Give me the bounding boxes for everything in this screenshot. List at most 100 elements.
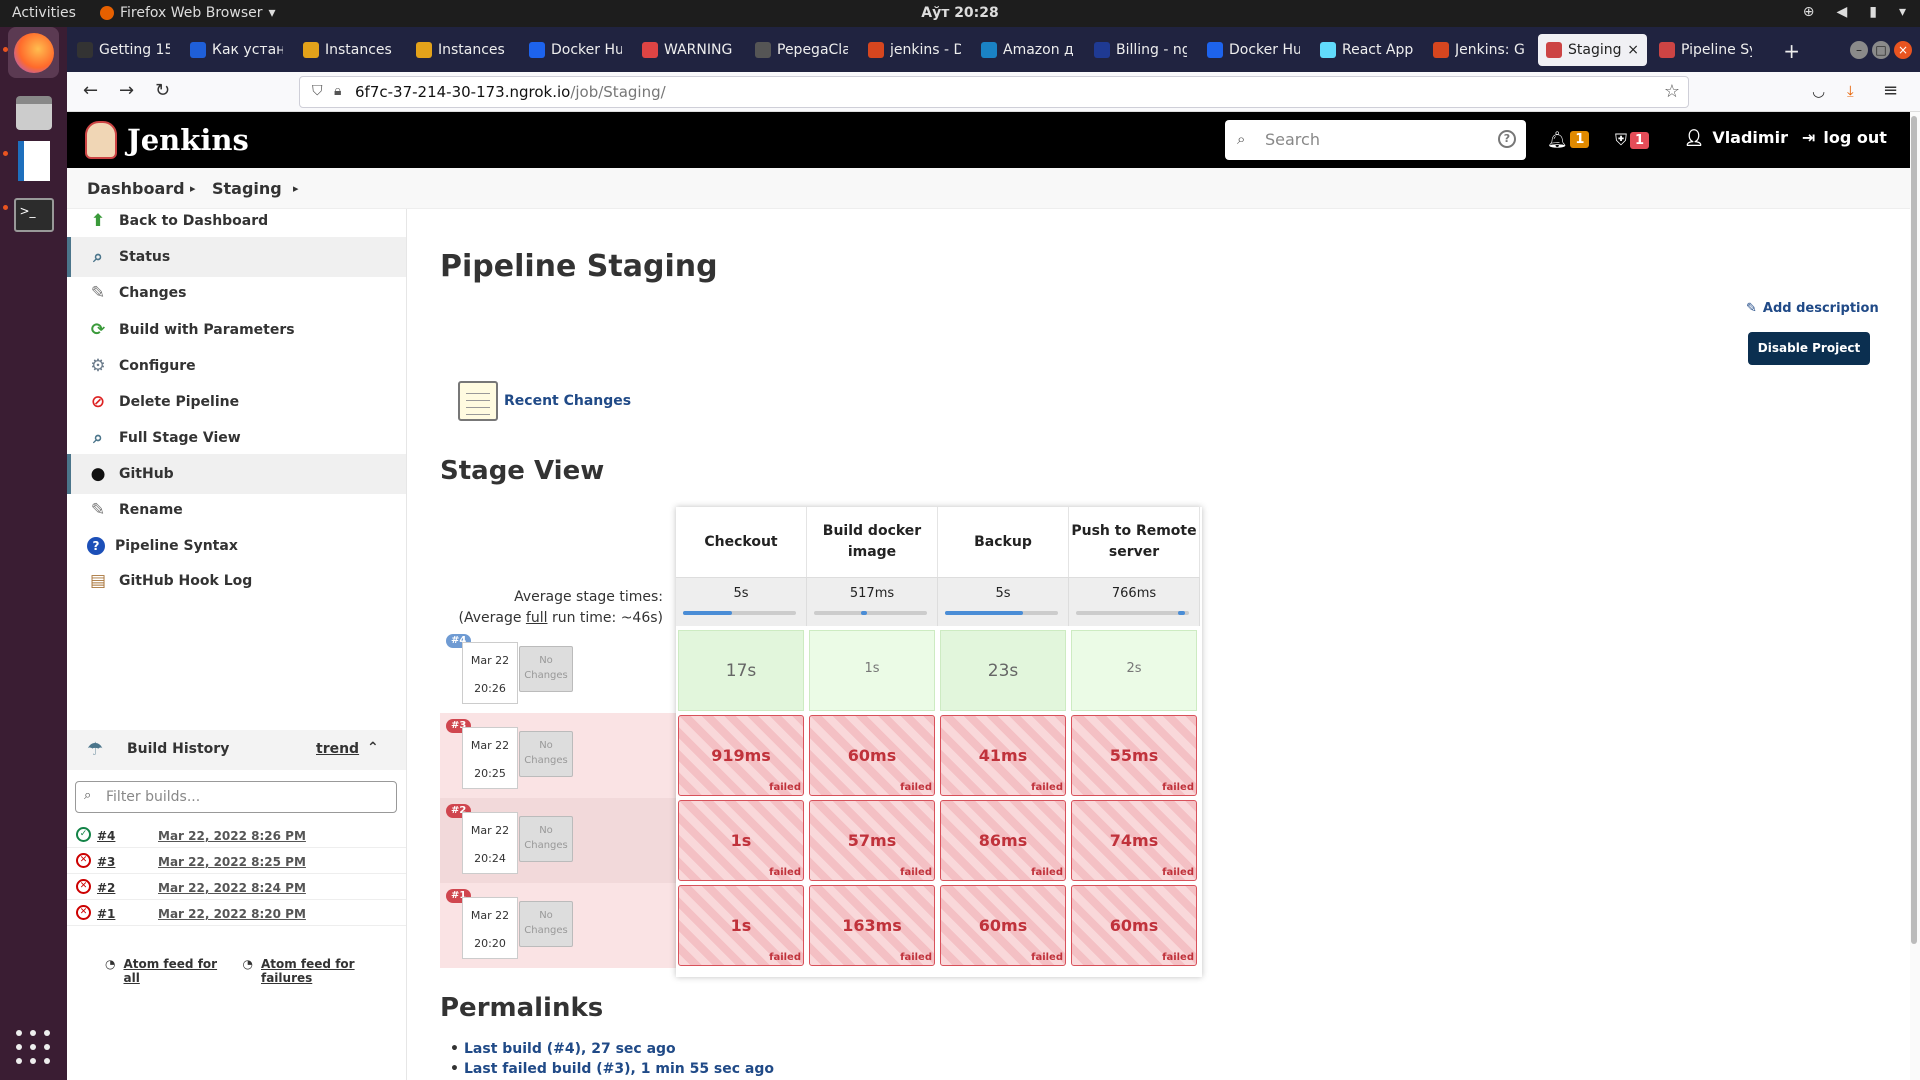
- no-changes-box[interactable]: No Changes: [519, 646, 573, 692]
- breadcrumb-staging[interactable]: Staging: [212, 179, 282, 198]
- disable-project-button[interactable]: Disable Project: [1748, 332, 1870, 365]
- clock[interactable]: Аўт 20:28: [921, 5, 999, 21]
- forward-arrow-icon[interactable]: →: [119, 80, 134, 101]
- notifications-button[interactable]: 🔔︎ 1: [1547, 130, 1590, 149]
- browser-tab[interactable]: PepegaCla: [747, 34, 856, 66]
- close-tab-icon[interactable]: ×: [1627, 42, 1639, 58]
- hamburger-menu-icon[interactable]: ≡: [1883, 80, 1898, 101]
- stage-cell[interactable]: 57ms failed: [809, 800, 935, 881]
- permalink-last-build[interactable]: Last build (#4), 27 sec ago: [450, 1041, 676, 1057]
- atom-feed-failures-link[interactable]: Atom feed for failures: [261, 957, 406, 985]
- build-date-link[interactable]: Mar 22, 2022 8:24 PM: [158, 881, 306, 895]
- security-alerts-button[interactable]: ⛨ 1: [1615, 130, 1650, 150]
- browser-tab[interactable]: Docker Hu: [1199, 34, 1308, 66]
- build-number-link[interactable]: #3: [97, 855, 115, 869]
- browser-tab[interactable]: WARNING: [634, 34, 743, 66]
- permalink-last-failed-build[interactable]: Last failed build (#3), 1 min 55 sec ago: [450, 1061, 774, 1077]
- lock-icon[interactable]: 🔒︎: [334, 83, 341, 99]
- stage-cell[interactable]: 86ms failed: [940, 800, 1066, 881]
- browser-tab[interactable]: Docker Hu: [521, 34, 630, 66]
- stage-cell[interactable]: 55ms failed: [1071, 715, 1197, 796]
- filter-builds-input[interactable]: ⌕ Filter builds...: [75, 781, 397, 813]
- pocket-icon[interactable]: ◡: [1812, 82, 1825, 100]
- build-number-link[interactable]: #4: [97, 829, 115, 843]
- stage-cell[interactable]: 1s failed: [678, 885, 804, 966]
- dock-files[interactable]: [8, 87, 59, 138]
- shield-icon[interactable]: ⛉: [312, 83, 323, 99]
- add-description-link[interactable]: ✎ Add description: [1746, 301, 1879, 316]
- show-apps-button[interactable]: [16, 1030, 50, 1064]
- sidebar-item[interactable]: ✎ Changes: [67, 273, 406, 313]
- sidebar-item[interactable]: ⬆ Back to Dashboard: [67, 201, 406, 241]
- sidebar-item[interactable]: ✎ Rename: [67, 490, 406, 530]
- build-date-link[interactable]: Mar 22, 2022 8:20 PM: [158, 907, 306, 921]
- browser-tab[interactable]: Instances: [408, 34, 517, 66]
- search-input[interactable]: ⌕ Search ?: [1225, 120, 1526, 160]
- dock-terminal[interactable]: >_: [8, 189, 59, 240]
- browser-tab[interactable]: Amazon д: [973, 34, 1082, 66]
- chevron-up-icon[interactable]: ⌃: [367, 740, 379, 756]
- dock-writer[interactable]: [8, 135, 59, 186]
- trend-link[interactable]: trend: [316, 741, 359, 757]
- dock-firefox[interactable]: [8, 27, 59, 78]
- browser-tab[interactable]: Getting 15: [69, 34, 178, 66]
- stage-cell[interactable]: 60ms failed: [1071, 885, 1197, 966]
- avg-full-link[interactable]: full: [526, 610, 548, 626]
- maximize-button[interactable]: □: [1872, 41, 1890, 59]
- activities-button[interactable]: Activities: [12, 5, 76, 21]
- sidebar-item[interactable]: ▤ GitHub Hook Log: [67, 561, 406, 601]
- stage-cell[interactable]: 1s failed: [678, 800, 804, 881]
- user-menu[interactable]: 👤︎ Vladimir: [1684, 128, 1788, 147]
- minimize-button[interactable]: –: [1850, 41, 1868, 59]
- stage-cell[interactable]: 74ms failed: [1071, 800, 1197, 881]
- sidebar-item[interactable]: ⚙ Configure: [67, 346, 406, 386]
- download-icon[interactable]: ⤓: [1847, 82, 1854, 100]
- url-bar[interactable]: ⛉ 🔒︎ 6f7c-37-214-30-173.ngrok.io/job/Sta…: [299, 76, 1689, 108]
- build-number-link[interactable]: #1: [97, 907, 115, 921]
- bookmark-star-icon[interactable]: ☆: [1664, 81, 1680, 102]
- browser-tab[interactable]: Как устан: [182, 34, 291, 66]
- no-changes-box[interactable]: No Changes: [519, 731, 573, 777]
- back-arrow-icon[interactable]: ←: [83, 80, 98, 101]
- build-date-link[interactable]: Mar 22, 2022 8:25 PM: [158, 855, 306, 869]
- browser-tab[interactable]: Staging ×: [1538, 34, 1647, 66]
- browser-tab[interactable]: Billing - ng: [1086, 34, 1195, 66]
- sidebar-item[interactable]: ⊘ Delete Pipeline: [67, 382, 406, 422]
- reload-icon[interactable]: ↻: [155, 80, 170, 101]
- jenkins-logo[interactable]: Jenkins: [85, 121, 249, 159]
- sidebar-item[interactable]: ? Pipeline Syntax: [67, 526, 406, 566]
- sidebar-item[interactable]: ⟳ Build with Parameters: [67, 310, 406, 350]
- browser-tab[interactable]: Instances |: [295, 34, 404, 66]
- stage-cell[interactable]: 1s: [809, 630, 935, 711]
- help-icon[interactable]: ?: [1498, 130, 1516, 148]
- no-changes-box[interactable]: No Changes: [519, 816, 573, 862]
- stage-cell[interactable]: 17s: [678, 630, 804, 711]
- stage-cell[interactable]: 60ms failed: [809, 715, 935, 796]
- browser-tab[interactable]: Jenkins: Gi: [1425, 34, 1534, 66]
- new-tab-button[interactable]: +: [1783, 39, 1800, 63]
- page-scrollbar-thumb[interactable]: [1911, 116, 1917, 944]
- logout-button[interactable]: ⇥ log out: [1802, 128, 1887, 147]
- browser-tab[interactable]: React App: [1312, 34, 1421, 66]
- breadcrumb-dashboard[interactable]: Dashboard: [87, 179, 185, 198]
- stage-cell[interactable]: 41ms failed: [940, 715, 1066, 796]
- sidebar-item[interactable]: ⌕ Status: [67, 237, 406, 277]
- sidebar-item[interactable]: ⌕ Full Stage View: [67, 418, 406, 458]
- stage-cell[interactable]: 919ms failed: [678, 715, 804, 796]
- recent-changes-link[interactable]: Recent Changes: [458, 381, 631, 421]
- stage-cell[interactable]: 163ms failed: [809, 885, 935, 966]
- browser-tab[interactable]: Pipeline Sy: [1651, 34, 1760, 66]
- breadcrumb-separator-icon[interactable]: ▸: [293, 182, 299, 195]
- no-changes-box[interactable]: No Changes: [519, 901, 573, 947]
- build-date-link[interactable]: Mar 22, 2022 8:26 PM: [158, 829, 306, 843]
- sidebar-item[interactable]: ● GitHub: [67, 454, 406, 494]
- stage-cell[interactable]: 60ms failed: [940, 885, 1066, 966]
- stage-cell[interactable]: 23s: [940, 630, 1066, 711]
- app-menu[interactable]: Firefox Web Browser ▾: [100, 5, 276, 21]
- atom-feed-all-link[interactable]: Atom feed for all: [123, 957, 234, 985]
- system-tray[interactable]: ⊕ ◀ ▮ ▾: [1803, 4, 1906, 20]
- stage-cell[interactable]: 2s: [1071, 630, 1197, 711]
- browser-tab[interactable]: jenkins - D: [860, 34, 969, 66]
- build-number-link[interactable]: #2: [97, 881, 115, 895]
- breadcrumb-separator-icon[interactable]: ▸: [190, 182, 196, 195]
